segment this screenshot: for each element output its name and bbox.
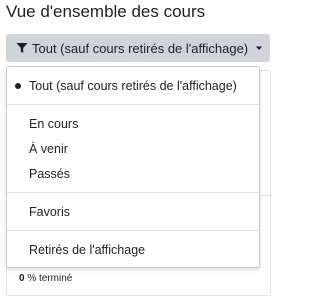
progress-suffix: % terminé	[27, 273, 73, 284]
menu-item-label: Favoris	[29, 204, 70, 219]
progress-value: 0	[19, 273, 25, 284]
course-progress: 0 % terminé	[19, 273, 72, 284]
funnel-icon	[16, 43, 28, 53]
block-title: Vue d'ensemble des cours	[6, 2, 206, 21]
course-overview-block: Vue d'ensemble des cours Tout (sauf cour…	[0, 0, 277, 304]
menu-item-label: À venir	[29, 141, 68, 156]
menu-item-favourites[interactable]: Favoris	[7, 199, 259, 224]
menu-divider	[7, 104, 259, 105]
menu-item-hidden[interactable]: Retirés de l'affichage	[7, 237, 259, 262]
filter-button-label: Tout (sauf cours retirés de l'affichage)	[32, 40, 249, 56]
menu-item-label: Passés	[29, 166, 70, 181]
menu-item-all[interactable]: Tout (sauf cours retirés de l'affichage)	[7, 73, 259, 98]
caret-down-icon	[256, 46, 262, 50]
menu-item-label: Retirés de l'affichage	[29, 242, 146, 257]
menu-item-in-progress[interactable]: En cours	[7, 111, 259, 136]
menu-divider	[7, 192, 259, 193]
grouping-filter-dropdown-toggle[interactable]: Tout (sauf cours retirés de l'affichage)	[6, 34, 270, 62]
menu-item-label: Tout (sauf cours retirés de l'affichage)	[29, 78, 237, 93]
menu-item-future[interactable]: À venir	[7, 136, 259, 161]
menu-divider	[7, 230, 259, 231]
menu-item-past[interactable]: Passés	[7, 161, 259, 186]
grouping-filter-menu: Tout (sauf cours retirés de l'affichage)…	[6, 66, 260, 268]
selected-dot-icon	[15, 82, 21, 89]
menu-item-label: En cours	[29, 116, 79, 131]
